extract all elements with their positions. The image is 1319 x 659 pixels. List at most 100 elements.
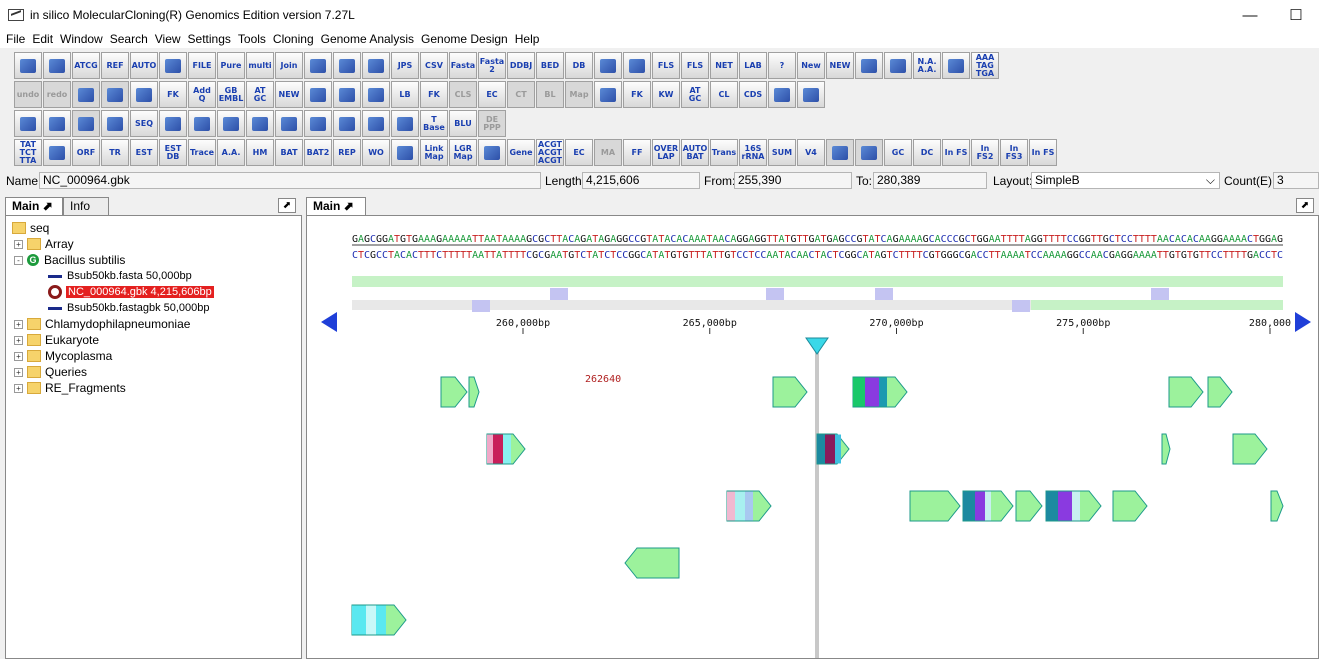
- to-field[interactable]: 280,389: [873, 172, 987, 189]
- toolbar-button-4-32[interactable]: DC: [913, 139, 941, 166]
- tree-item[interactable]: + Queries: [14, 364, 87, 380]
- toolbar-button-1-19[interactable]: BED: [536, 52, 564, 79]
- toolbar-button-4-23[interactable]: OVER LAP: [652, 139, 680, 166]
- toolbar-button-4-22[interactable]: FF: [623, 139, 651, 166]
- toolbar-button-2-17[interactable]: EC: [478, 81, 506, 108]
- toolbar-button-1-16[interactable]: Fasta: [449, 52, 477, 79]
- toolbar-button-1-17[interactable]: Fasta 2: [478, 52, 506, 79]
- toolbar-button-2-24[interactable]: AT GC: [681, 81, 709, 108]
- toolbar-button-1-25[interactable]: NET: [710, 52, 738, 79]
- toolbar-button-4-6[interactable]: EST DB: [159, 139, 187, 166]
- toolbar-button-4-26[interactable]: 16S rRNA: [739, 139, 767, 166]
- toolbar-button-1-24[interactable]: FLS: [681, 52, 709, 79]
- toolbar-button-3-5[interactable]: SEQ: [130, 110, 158, 137]
- toolbar-button-1-1[interactable]: [14, 52, 42, 79]
- menu-genome-analysis[interactable]: Genome Analysis: [321, 32, 414, 46]
- toolbar-button-1-6[interactable]: [159, 52, 187, 79]
- tree-item[interactable]: + Mycoplasma: [14, 348, 112, 364]
- menu-settings[interactable]: Settings: [188, 32, 231, 46]
- toolbar-button-2-6[interactable]: FK: [159, 81, 187, 108]
- toolbar-button-2-7[interactable]: Add Q: [188, 81, 216, 108]
- toolbar-button-2-9[interactable]: AT GC: [246, 81, 274, 108]
- toolbar-button-4-36[interactable]: In FS: [1029, 139, 1057, 166]
- panel-pin-button[interactable]: ⬈: [278, 198, 296, 213]
- toolbar-button-4-27[interactable]: SUM: [768, 139, 796, 166]
- toolbar-button-4-15[interactable]: Link Map: [420, 139, 448, 166]
- tree-item[interactable]: Bsub50kb.fasta 50,000bp: [48, 268, 192, 284]
- toolbar-button-1-34[interactable]: AAA TAG TGA: [971, 52, 999, 79]
- toolbar-button-1-4[interactable]: REF: [101, 52, 129, 79]
- toolbar-button-1-7[interactable]: FILE: [188, 52, 216, 79]
- toolbar-button-1-23[interactable]: FLS: [652, 52, 680, 79]
- toolbar-button-2-2[interactable]: redo: [43, 81, 71, 108]
- toolbar-button-3-6[interactable]: [159, 110, 187, 137]
- toolbar-button-2-5[interactable]: [130, 81, 158, 108]
- menu-tools[interactable]: Tools: [238, 32, 266, 46]
- toolbar-button-2-23[interactable]: KW: [652, 81, 680, 108]
- toolbar-button-2-8[interactable]: GB EMBL: [217, 81, 245, 108]
- toolbar-button-3-14[interactable]: [391, 110, 419, 137]
- menu-file[interactable]: File: [6, 32, 25, 46]
- toolbar-button-3-17[interactable]: DE PPP: [478, 110, 506, 137]
- toolbar-button-2-3[interactable]: [72, 81, 100, 108]
- toolbar-button-2-16[interactable]: CLS: [449, 81, 477, 108]
- tree-item[interactable]: + RE_Fragments: [14, 380, 126, 396]
- toolbar-button-4-10[interactable]: BAT: [275, 139, 303, 166]
- toolbar-button-1-9[interactable]: multi: [246, 52, 274, 79]
- minimize-button[interactable]: —: [1227, 0, 1273, 30]
- expander-icon[interactable]: +: [14, 351, 23, 361]
- name-field[interactable]: NC_000964.gbk: [39, 172, 541, 189]
- toolbar-button-1-31[interactable]: [884, 52, 912, 79]
- toolbar-button-3-9[interactable]: [246, 110, 274, 137]
- toolbar-button-4-28[interactable]: V4: [797, 139, 825, 166]
- toolbar-button-3-2[interactable]: [43, 110, 71, 137]
- toolbar-button-4-4[interactable]: TR: [101, 139, 129, 166]
- toolbar-button-1-3[interactable]: ATCG: [72, 52, 100, 79]
- tree-item[interactable]: seq: [12, 220, 49, 236]
- menu-help[interactable]: Help: [515, 32, 540, 46]
- menu-view[interactable]: View: [155, 32, 181, 46]
- expander-icon[interactable]: +: [14, 319, 23, 329]
- toolbar-button-2-22[interactable]: FK: [623, 81, 651, 108]
- toolbar-button-1-27[interactable]: ?: [768, 52, 796, 79]
- toolbar-button-1-30[interactable]: [855, 52, 883, 79]
- menu-cloning[interactable]: Cloning: [273, 32, 314, 46]
- tree-item[interactable]: Bsub50kb.fastagbk 50,000bp: [48, 300, 210, 316]
- toolbar-button-1-11[interactable]: [304, 52, 332, 79]
- toolbar-button-4-33[interactable]: In FS: [942, 139, 970, 166]
- maximize-button[interactable]: ☐: [1273, 0, 1319, 30]
- from-field[interactable]: 255,390: [734, 172, 852, 189]
- toolbar-button-2-20[interactable]: Map: [565, 81, 593, 108]
- toolbar-button-4-17[interactable]: [478, 139, 506, 166]
- toolbar-button-3-1[interactable]: [14, 110, 42, 137]
- length-field[interactable]: 4,215,606: [582, 172, 700, 189]
- toolbar-button-1-18[interactable]: DDBJ: [507, 52, 535, 79]
- toolbar-button-4-1[interactable]: TAT TCT TTA: [14, 139, 42, 166]
- toolbar-button-4-30[interactable]: [855, 139, 883, 166]
- toolbar-button-4-9[interactable]: HM: [246, 139, 274, 166]
- tab-main-right[interactable]: Main ⬈: [306, 197, 366, 215]
- toolbar-button-1-10[interactable]: Join: [275, 52, 303, 79]
- tab-info[interactable]: Info: [63, 197, 109, 215]
- expander-icon[interactable]: +: [14, 383, 23, 393]
- toolbar-button-4-8[interactable]: A.A.: [217, 139, 245, 166]
- toolbar-button-1-12[interactable]: [333, 52, 361, 79]
- toolbar-button-2-15[interactable]: FK: [420, 81, 448, 108]
- expander-icon[interactable]: +: [14, 367, 23, 377]
- toolbar-button-4-34[interactable]: In FS2: [971, 139, 999, 166]
- toolbar-button-3-15[interactable]: T Base: [420, 110, 448, 137]
- toolbar-button-1-15[interactable]: CSV: [420, 52, 448, 79]
- toolbar-button-2-1[interactable]: undo: [14, 81, 42, 108]
- toolbar-button-4-11[interactable]: BAT2: [304, 139, 332, 166]
- toolbar-button-3-13[interactable]: [362, 110, 390, 137]
- toolbar-button-4-18[interactable]: Gene: [507, 139, 535, 166]
- toolbar-button-2-25[interactable]: CL: [710, 81, 738, 108]
- toolbar-button-3-12[interactable]: [333, 110, 361, 137]
- toolbar-button-2-21[interactable]: [594, 81, 622, 108]
- toolbar-button-3-8[interactable]: [217, 110, 245, 137]
- tree-item[interactable]: + Chlamydophilapneumoniae: [14, 316, 190, 332]
- toolbar-button-2-10[interactable]: NEW: [275, 81, 303, 108]
- toolbar-button-4-14[interactable]: [391, 139, 419, 166]
- toolbar-button-4-29[interactable]: [826, 139, 854, 166]
- toolbar-button-4-31[interactable]: GC: [884, 139, 912, 166]
